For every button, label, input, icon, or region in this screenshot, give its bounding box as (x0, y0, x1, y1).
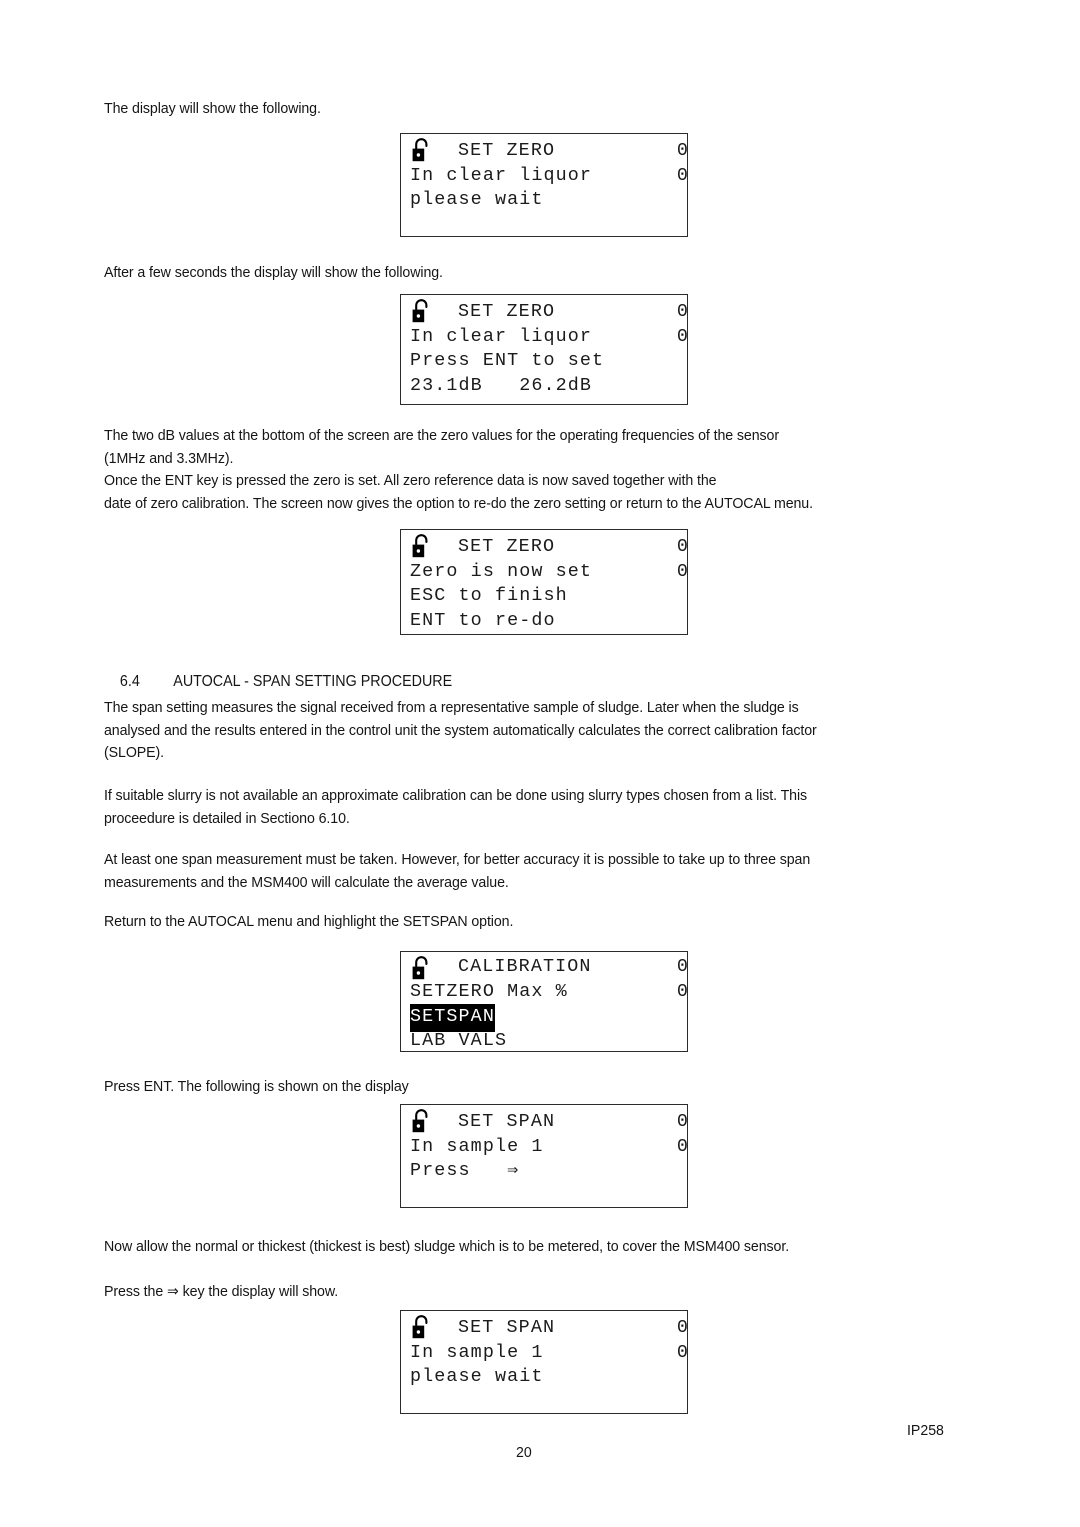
lcd-row-text: ENT to re-do (410, 609, 556, 631)
paragraph-line: After a few seconds the display will sho… (104, 264, 443, 281)
lcd-row-text: LAB VALS (410, 1029, 508, 1051)
paragraph-line: analysed and the results entered in the … (104, 721, 817, 739)
lcd-row-text: In clear liquor (410, 325, 593, 347)
lcd-row-text: ESC to finish (410, 585, 568, 607)
lcd-row: ENT to re-do (401, 609, 687, 634)
lcd-row (401, 1184, 687, 1209)
lcd-title-right-value: 0 (676, 140, 689, 161)
section-number: 6.4 (119, 673, 140, 690)
lcd-display-set-zero-wait: SET ZERO 0 In clear liquor 0 please wait (400, 133, 688, 237)
lcd-row-right-value: 0 (676, 164, 689, 186)
page-number: 20 (516, 1444, 532, 1461)
lcd-row-text: In sample 1 (410, 1341, 544, 1363)
lcd-title-right-value: 0 (676, 301, 689, 322)
lcd-row-text: SETZERO Max % (410, 980, 568, 1002)
paragraph-line: Once the ENT key is pressed the zero is … (104, 472, 717, 490)
press-arrow-key-note: Press the ⇒ key the display will show. (104, 1281, 908, 1304)
menu-item-setzero[interactable]: SETZERO Max % 0 (401, 980, 689, 1005)
paragraph-line: Press the ⇒ key the display will show. (104, 1283, 339, 1300)
paragraph-line: measurements and the MSM400 will calcula… (104, 873, 509, 891)
lcd-title-text: SET ZERO (458, 301, 556, 322)
lcd-row: In sample 1 0 (401, 1341, 689, 1366)
paragraph-line: If suitable slurry is not available an a… (104, 787, 808, 804)
lcd-display-set-span-press: SET SPAN 0 In sample 1 0 Press ⇒ (400, 1104, 688, 1208)
lcd-row-text: please wait (410, 189, 544, 211)
lcd-display-set-zero-press-ent: SET ZERO 0 In clear liquor 0 Press ENT t… (400, 294, 688, 405)
section-title: AUTOCAL - SPAN SETTING PROCEDURE (173, 673, 453, 690)
lcd-row: Zero is now set 0 (401, 560, 689, 585)
lcd-row: ESC to finish (401, 584, 687, 609)
lcd-row-text: In clear liquor (410, 164, 593, 186)
lcd-row-text: Zero is now set (410, 560, 593, 582)
lcd-row-right-value: 0 (676, 1135, 689, 1157)
intro-paragraph: The display will show the following. (104, 98, 908, 121)
lcd-row-text-highlighted: SETSPAN (410, 1004, 495, 1032)
lcd-row: In clear liquor 0 (401, 164, 689, 189)
lcd-row: In sample 1 0 (401, 1135, 689, 1160)
span-setting-intro: The span setting measures the signal rec… (104, 697, 908, 765)
paragraph-line: The two dB values at the bottom of the s… (104, 427, 779, 444)
paragraph-line: The span setting measures the signal rec… (104, 699, 799, 716)
lcd-row-title: SET SPAN 0 (401, 1316, 689, 1341)
lcd-row-right-value: 0 (676, 560, 689, 582)
lcd-title-right-value: 0 (676, 536, 689, 557)
lcd-title-text: SET SPAN (458, 1111, 556, 1132)
paragraph-line: Now allow the normal or thickest (thicke… (104, 1238, 790, 1255)
lcd-title-right-value: 0 (676, 1111, 689, 1132)
lcd-row: 23.1dB 26.2dB (401, 374, 687, 399)
paragraph-line: The display will show the following. (104, 100, 321, 117)
lcd-row: please wait (401, 188, 687, 213)
lcd-display-calibration-menu[interactable]: CALIBRATION 0 SETZERO Max % 0 SETSPAN LA… (400, 951, 688, 1052)
lcd-title-text: SET ZERO (458, 140, 556, 161)
lcd-row-text: 23.1dB 26.2dB (410, 374, 593, 396)
lcd-row-text: Press ENT to set (410, 350, 605, 372)
lcd-row-title: SET ZERO 0 (401, 139, 689, 164)
lcd-row-title: SET SPAN 0 (401, 1110, 689, 1135)
lcd-row-text: Press ⇒ (410, 1160, 520, 1182)
lcd-title-text: CALIBRATION (458, 956, 592, 977)
lcd-row-press-arrow: Press ⇒ (401, 1159, 687, 1184)
menu-item-setspan-selected[interactable]: SETSPAN (401, 1004, 687, 1032)
db-values-note: The two dB values at the bottom of the s… (104, 425, 908, 515)
lcd-display-set-zero-done: SET ZERO 0 Zero is now set 0 ESC to fini… (400, 529, 688, 635)
paragraph-line: At least one span measurement must be ta… (104, 851, 811, 868)
paragraph-line: (SLOPE). (104, 744, 165, 762)
lcd-row-text: please wait (410, 1366, 544, 1388)
lcd-row-right-value: 0 (676, 980, 689, 1002)
lcd-row-right-value: 0 (676, 325, 689, 347)
paragraph-line: Return to the AUTOCAL menu and highlight… (104, 913, 514, 930)
lcd-row: please wait (401, 1365, 687, 1390)
document-page: The display will show the following. SET… (0, 0, 1080, 1527)
lcd-title-text: SET SPAN (458, 1317, 556, 1338)
lcd-row-text: In sample 1 (410, 1135, 544, 1157)
lcd-row-title: SET ZERO 0 (401, 535, 689, 560)
span-count-note: At least one span measurement must be ta… (104, 849, 908, 894)
lcd-title-text: SET ZERO (458, 536, 556, 557)
paragraph-line: (1MHz and 3.3MHz). (104, 449, 234, 467)
lcd-row: Press ENT to set (401, 349, 687, 374)
sludge-coverage-note: Now allow the normal or thickest (thicke… (104, 1236, 908, 1259)
press-ent-note: Press ENT. The following is shown on the… (104, 1076, 908, 1099)
lcd-row-title: SET ZERO 0 (401, 300, 689, 325)
lcd-row: In clear liquor 0 (401, 325, 689, 350)
after-seconds-paragraph: After a few seconds the display will sho… (104, 262, 908, 285)
lcd-row-title: CALIBRATION 0 (401, 955, 689, 980)
lcd-display-set-span-wait: SET SPAN 0 In sample 1 0 please wait (400, 1310, 688, 1414)
lcd-title-right-value: 0 (676, 956, 689, 977)
menu-item-lab-vals[interactable]: LAB VALS (401, 1029, 687, 1054)
lcd-row (401, 1390, 687, 1415)
lcd-row-right-value: 0 (676, 1341, 689, 1363)
paragraph-line: date of zero calibration. The screen now… (104, 494, 813, 512)
lcd-row (401, 213, 687, 238)
lcd-title-right-value: 0 (676, 1317, 689, 1338)
return-to-autocal-note: Return to the AUTOCAL menu and highlight… (104, 911, 908, 934)
paragraph-line: Press ENT. The following is shown on the… (104, 1078, 409, 1095)
slurry-note: If suitable slurry is not available an a… (104, 785, 908, 830)
paragraph-line: proceedure is detailed in Sectiono 6.10. (104, 809, 350, 827)
document-code: IP258 (907, 1422, 944, 1439)
